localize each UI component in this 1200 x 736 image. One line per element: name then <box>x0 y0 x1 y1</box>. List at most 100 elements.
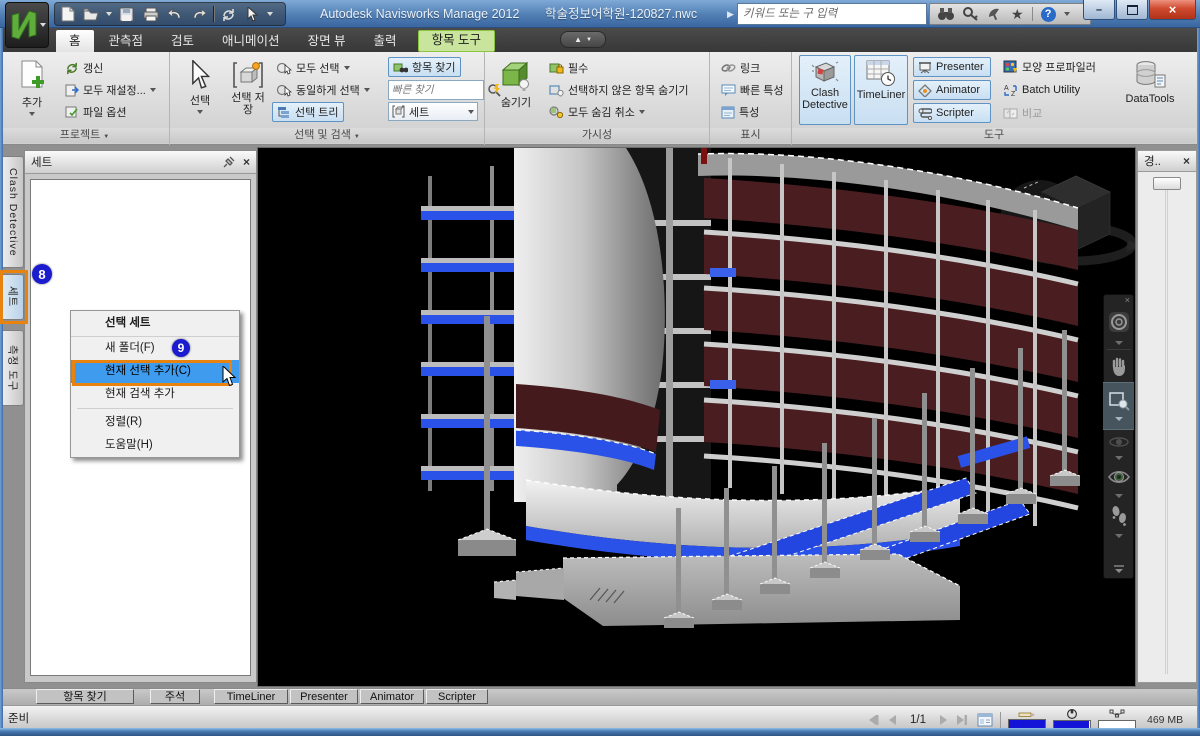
sets-dropdown[interactable]: 세트 <box>388 102 478 121</box>
communication-center-icon[interactable] <box>987 7 1003 21</box>
tilt-panel-close-icon[interactable]: × <box>1183 154 1190 168</box>
first-sheet-button[interactable] <box>866 714 880 726</box>
open-file-caret-icon[interactable] <box>106 12 112 16</box>
next-sheet-button[interactable] <box>939 714 949 726</box>
sidebar-tab-measure-tools[interactable]: 측정 도구 <box>3 330 24 406</box>
save-selection-button[interactable]: 선택 저장 <box>226 56 270 124</box>
maximize-button[interactable] <box>1116 0 1148 20</box>
properties-button[interactable]: 특성 <box>716 102 764 122</box>
dock-tab-find-items[interactable]: 항목 찾기 <box>36 689 134 704</box>
menu-item-add-current-selection[interactable]: 현재 선택 추가(C) <box>71 360 239 383</box>
dock-tab-presenter[interactable]: Presenter <box>290 689 358 704</box>
scripter-button[interactable]: Scripter <box>913 103 991 123</box>
reset-all-button[interactable]: 모두 재설정... <box>60 80 161 100</box>
tab-sceneview[interactable]: 장면 뷰 <box>295 30 359 52</box>
search-expand-caret-icon[interactable]: ▶ <box>727 9 734 20</box>
tab-output[interactable]: 출력 <box>361 30 410 52</box>
tab-review[interactable]: 검토 <box>158 30 207 52</box>
sidebar-tab-sets[interactable]: 세트 <box>3 274 24 320</box>
navbar-close-icon[interactable]: × <box>1125 295 1133 305</box>
select-all-button[interactable]: 모두 선택 <box>272 58 355 78</box>
pan-button[interactable] <box>1104 352 1133 382</box>
navbar-menu-button[interactable] <box>1104 560 1133 578</box>
require-button[interactable]: 필수 <box>544 58 593 78</box>
tab-viewpoint[interactable]: 관측점 <box>96 30 157 52</box>
hide-button[interactable]: 숨기기 <box>492 56 540 124</box>
undo-button[interactable] <box>165 5 184 23</box>
orbit-caret-icon[interactable] <box>1115 456 1123 460</box>
viewport-3d[interactable] <box>257 147 1136 687</box>
group-visibility-label[interactable]: 가시성 <box>485 128 709 143</box>
quick-properties-button[interactable]: 빠른 특성 <box>716 80 789 100</box>
minimize-ribbon-button[interactable]: ▲ ▼ <box>560 31 606 48</box>
steering-wheel-button[interactable] <box>1104 305 1133 339</box>
tab-home[interactable]: 홈 <box>56 30 94 52</box>
refresh-button[interactable] <box>219 5 238 23</box>
select-same-button[interactable]: 동일하게 선택 <box>272 80 375 100</box>
sheet-browser-button[interactable] <box>977 713 993 727</box>
zoom-caret-icon[interactable] <box>1115 417 1123 421</box>
timeliner-button[interactable]: TimeLiner <box>854 55 908 125</box>
help-caret-icon[interactable] <box>1064 12 1070 16</box>
hide-unselected-button[interactable]: 선택하지 않은 항목 숨기기 <box>544 80 694 100</box>
look-button[interactable] <box>1104 462 1133 492</box>
look-caret-icon[interactable] <box>1115 494 1123 498</box>
group-select-search-label[interactable]: 선택 및 검색 ▼ <box>170 128 484 143</box>
refresh-model-button[interactable]: 갱신 <box>60 58 108 78</box>
dock-tab-scripter[interactable]: Scripter <box>426 689 488 704</box>
tilt-slider-handle[interactable] <box>1153 177 1181 190</box>
menu-item-new-folder[interactable]: 새 폴더(F) <box>71 337 239 360</box>
last-sheet-button[interactable] <box>956 714 970 726</box>
open-file-button[interactable] <box>82 5 101 23</box>
menu-item-sort[interactable]: 정렬(R) <box>71 411 239 434</box>
new-file-button[interactable] <box>58 5 77 23</box>
menu-item-help[interactable]: 도움말(H) <box>71 434 239 457</box>
search-input[interactable] <box>737 3 927 25</box>
window-border-bottom[interactable] <box>0 728 1200 736</box>
walk-button[interactable] <box>1104 500 1133 532</box>
pin-icon[interactable] <box>223 156 235 168</box>
wheel-caret-icon[interactable] <box>1115 341 1123 345</box>
clash-detective-button[interactable]: Clash Detective <box>799 55 851 125</box>
close-button[interactable]: × <box>1149 0 1196 20</box>
datatools-button[interactable]: DataTools <box>1116 55 1184 125</box>
qat-options-caret-icon[interactable] <box>267 12 273 16</box>
help-icon[interactable]: ? <box>1041 7 1056 22</box>
file-options-button[interactable]: 파일 옵션 <box>60 102 132 122</box>
quick-find-input[interactable] <box>388 80 484 100</box>
tab-item-tools[interactable]: 항목 도구 <box>418 30 495 52</box>
menu-item-add-current-search[interactable]: 현재 검색 추가 <box>71 383 239 406</box>
save-button[interactable] <box>117 5 136 23</box>
links-button[interactable]: 링크 <box>716 58 765 78</box>
previous-sheet-button[interactable] <box>887 714 897 726</box>
favorites-star-icon[interactable]: ★ <box>1011 7 1024 21</box>
tilt-slider-track[interactable] <box>1165 185 1168 674</box>
group-display-label[interactable]: 표시 <box>710 128 791 143</box>
find-items-button[interactable]: 항목 찾기 <box>388 57 461 77</box>
batch-utility-button[interactable]: AZ Batch Utility <box>998 80 1085 100</box>
unhide-all-button[interactable]: 모두 숨김 취소 <box>544 102 650 122</box>
selection-tree-button[interactable]: 선택 트리 <box>272 102 344 122</box>
application-menu-button[interactable] <box>5 2 49 48</box>
group-project-label[interactable]: 프로젝트 ▼ <box>0 128 169 143</box>
dock-tab-comments[interactable]: 주석 <box>150 689 200 704</box>
presenter-button[interactable]: Presenter <box>913 57 991 77</box>
redo-button[interactable] <box>189 5 208 23</box>
select-button[interactable]: 선택 <box>178 56 222 124</box>
tab-animation[interactable]: 애니메이션 <box>209 30 293 52</box>
appearance-profiler-button[interactable]: 모양 프로파일러 <box>998 57 1101 77</box>
animator-button[interactable]: Animator <box>913 80 991 100</box>
compare-button[interactable]: 비교 <box>998 103 1047 123</box>
orbit-button[interactable] <box>1104 430 1133 454</box>
sidebar-tab-clash-detective[interactable]: Clash Detective <box>3 156 24 268</box>
zoom-button-selected[interactable] <box>1103 382 1134 430</box>
add-button[interactable]: 추가 <box>8 56 56 124</box>
dock-tab-animator[interactable]: Animator <box>360 689 424 704</box>
dock-tab-timeliner[interactable]: TimeLiner <box>214 689 288 704</box>
walk-caret-icon[interactable] <box>1115 534 1123 538</box>
group-tools-label[interactable]: 도구 <box>792 128 1196 143</box>
panel-close-icon[interactable]: × <box>243 155 250 169</box>
subscription-key-icon[interactable] <box>963 7 979 21</box>
search-binoculars-icon[interactable] <box>937 7 955 21</box>
minimize-button[interactable]: – <box>1083 0 1115 20</box>
